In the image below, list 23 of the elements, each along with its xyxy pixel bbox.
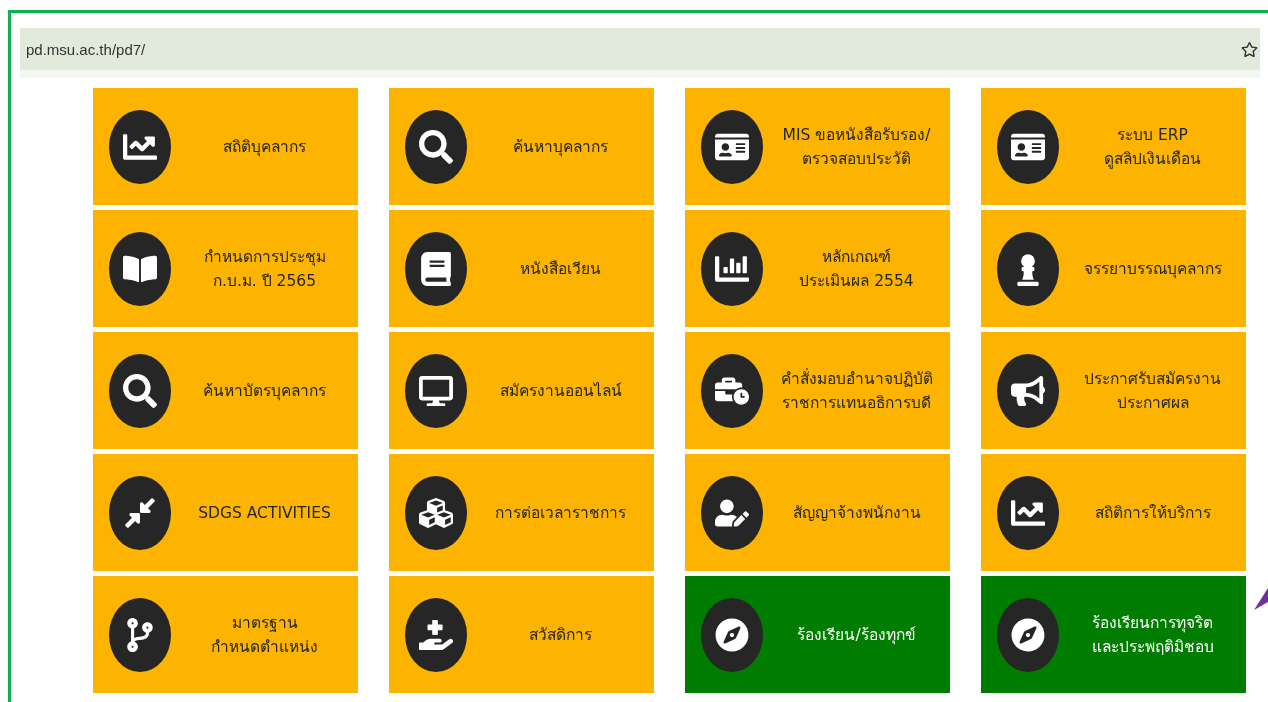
url-text: pd.msu.ac.th/pd7/ (26, 40, 146, 58)
menu-tile[interactable]: SDGS ACTIVITIES (93, 454, 358, 571)
menu-tile[interactable]: ประกาศรับสมัครงาน ประกาศผล (981, 332, 1246, 449)
menu-tile[interactable]: สถิติบุคลากร (93, 88, 358, 205)
address-bar[interactable]: pd.msu.ac.th/pd7/ (20, 28, 1260, 78)
menu-tile[interactable]: หนังสือเวียน (389, 210, 654, 327)
menu-tile[interactable]: กำหนดการประชุม ก.บ.ม. ปี 2565 (93, 210, 358, 327)
menu-tile[interactable]: สวัสดิการ (389, 576, 654, 693)
menu-tile[interactable]: คำสั่งมอบอำนาจปฏิบัติ ราชการแทนอธิการบดี (685, 332, 950, 449)
menu-tile[interactable]: สถิติการให้บริการ (981, 454, 1246, 571)
menu-tile[interactable]: ร้องเรียน/ร้องทุกข์ (685, 576, 950, 693)
menu-tile[interactable]: จรรยาบรรณบุคลากร (981, 210, 1246, 327)
menu-tile[interactable]: MIS ขอหนังสือรับรอง/ ตรวจสอบประวัติ (685, 88, 950, 205)
menu-tile[interactable]: สมัครงานออนไลน์ (389, 332, 654, 449)
menu-tile[interactable]: ระบบ ERP ดูสลิปเงินเดือน (981, 88, 1246, 205)
menu-tile[interactable]: การต่อเวลาราชการ (389, 454, 654, 571)
menu-tile[interactable]: สัญญาจ้างพนักงาน (685, 454, 950, 571)
menu-tile[interactable]: ร้องเรียนการทุจริต และประพฤติมิชอบ (981, 576, 1246, 693)
star-icon[interactable] (1241, 40, 1258, 58)
menu-tile[interactable]: หลักเกณฑ์ ประเมินผล 2554 (685, 210, 950, 327)
menu-tile[interactable]: ค้นหาบัตรบุคลากร (93, 332, 358, 449)
menu-tile[interactable]: ค้นหาบุคลากร (389, 88, 654, 205)
menu-tile[interactable]: มาตรฐาน กำหนดตำแหน่ง (93, 576, 358, 693)
